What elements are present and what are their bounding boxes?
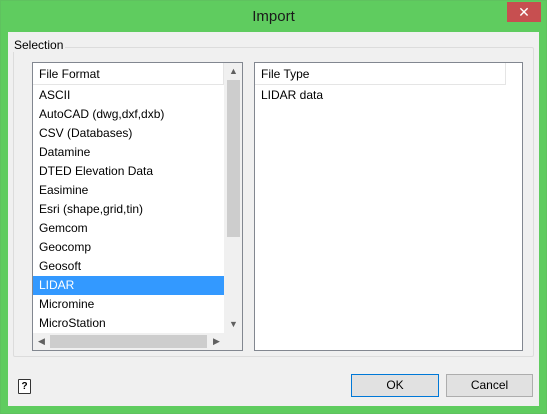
file-type-list[interactable]: File Type LIDAR data <box>254 62 523 351</box>
scroll-down-icon[interactable]: ▼ <box>225 316 242 333</box>
scroll-right-icon[interactable]: ▶ <box>208 333 225 350</box>
window-title: Import <box>252 8 295 25</box>
horizontal-scroll-thumb[interactable] <box>50 335 207 348</box>
vertical-scroll-thumb[interactable] <box>227 80 240 237</box>
file-format-item[interactable]: CSV (Databases) <box>33 124 224 143</box>
file-format-item[interactable]: ASCII <box>33 86 224 105</box>
file-format-item[interactable]: Geocomp <box>33 238 224 257</box>
file-type-column-header[interactable]: File Type <box>255 63 506 85</box>
file-format-item[interactable]: MicroStation <box>33 314 224 333</box>
file-format-item[interactable]: Geosoft <box>33 257 224 276</box>
file-format-item[interactable]: AutoCAD (dwg,dxf,dxb) <box>33 105 224 124</box>
file-format-column-header[interactable]: File Format <box>33 63 224 85</box>
file-format-item[interactable]: Esri (shape,grid,tin) <box>33 200 224 219</box>
title-bar[interactable]: Import ✕ <box>1 1 546 32</box>
scroll-left-icon[interactable]: ◀ <box>33 333 50 350</box>
file-format-item[interactable]: Gemcom <box>33 219 224 238</box>
file-format-rows: ASCII AutoCAD (dwg,dxf,dxb) CSV (Databases… <box>33 86 224 333</box>
cancel-button[interactable]: Cancel <box>446 374 533 397</box>
file-format-vertical-scrollbar[interactable]: ▲ ▼ <box>224 63 242 333</box>
scroll-up-icon[interactable]: ▲ <box>225 63 242 80</box>
ok-button[interactable]: OK <box>351 374 439 397</box>
file-type-rows: LIDAR data <box>255 86 520 105</box>
close-button[interactable]: ✕ <box>507 2 541 22</box>
dialog-body: Selection File Format ASCII AutoCAD (dwg,… <box>8 32 539 406</box>
file-type-item[interactable]: LIDAR data <box>255 86 520 105</box>
help-icon[interactable]: ? <box>18 379 31 394</box>
file-format-item[interactable]: Easimine <box>33 181 224 200</box>
file-format-item[interactable]: Datamine <box>33 143 224 162</box>
file-format-horizontal-scrollbar[interactable]: ◀ ▶ <box>33 333 225 350</box>
selection-group-title: Selection <box>12 38 66 52</box>
file-format-item[interactable]: DTED Elevation Data <box>33 162 224 181</box>
file-format-list[interactable]: File Format ASCII AutoCAD (dwg,dxf,dxb) CS… <box>32 62 243 351</box>
scrollbar-corner <box>225 333 242 350</box>
import-dialog: Import ✕ Selection File Format ASCII Auto… <box>0 0 547 414</box>
close-icon: ✕ <box>518 4 530 20</box>
file-format-item[interactable]: LIDAR <box>33 276 224 295</box>
file-format-item[interactable]: Micromine <box>33 295 224 314</box>
